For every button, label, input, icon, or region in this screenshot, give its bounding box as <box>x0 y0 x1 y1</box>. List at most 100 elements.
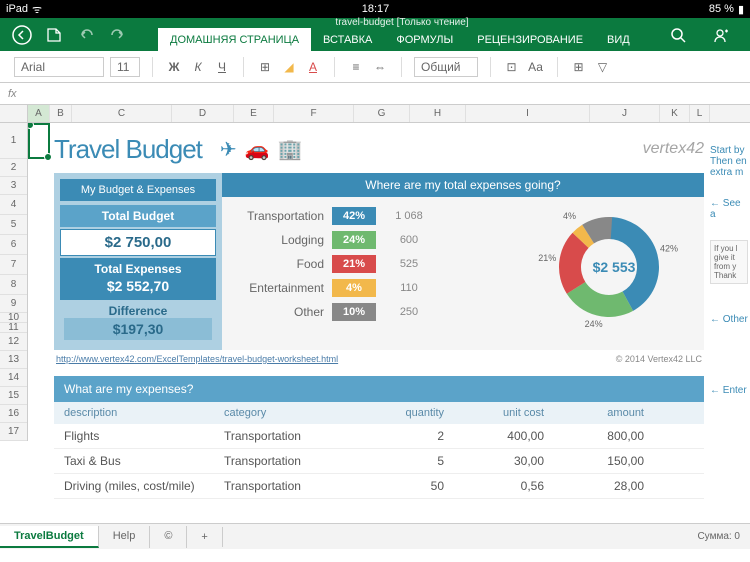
cell-selection[interactable] <box>28 123 50 159</box>
category-list: Transportation42%1 068 Lodging24%600 Food2… <box>232 207 534 327</box>
device-label: iPad <box>6 3 28 15</box>
col-header[interactable]: D <box>172 105 234 122</box>
bold-button[interactable]: Ж <box>165 60 183 74</box>
template-link[interactable]: http://www.vertex42.com/ExcelTemplates/t… <box>56 354 338 364</box>
breakdown-header: Where are my total expenses going? <box>222 173 704 197</box>
donut-chart: 42%24%21%4%10% $2 553 <box>534 207 694 327</box>
row-header[interactable]: 9 <box>0 295 27 313</box>
font-size-select[interactable]: 11 <box>110 57 140 77</box>
page-title: Travel Budget <box>54 134 202 165</box>
tab-2[interactable]: ФОРМУЛЫ <box>384 28 465 52</box>
row-header[interactable]: 7 <box>0 255 27 275</box>
donut-center-value: $2 553 <box>593 259 636 275</box>
category-row: Entertainment4%110 <box>232 279 534 297</box>
add-sheet-button[interactable]: + <box>187 527 222 547</box>
row-header[interactable]: 6 <box>0 235 27 255</box>
sheet-tabs: TravelBudgetHelp© + Сумма: 0 <box>0 523 750 549</box>
align-button[interactable]: ≡ <box>347 60 365 74</box>
category-row: Lodging24%600 <box>232 231 534 249</box>
formula-bar[interactable]: fx <box>0 83 750 105</box>
tab-1[interactable]: ВСТАВКА <box>311 28 384 52</box>
status-sum: Сумма: 0 <box>697 531 750 542</box>
svg-text:4%: 4% <box>563 211 576 221</box>
ribbon-tabs: ДОМАШНЯЯ СТРАНИЦАВСТАВКАФОРМУЛЫРЕЦЕНЗИРО… <box>158 28 666 52</box>
select-all-corner[interactable] <box>0 105 28 122</box>
sheet-tab[interactable]: © <box>150 526 187 548</box>
cell-styles-button[interactable]: ⊡ <box>503 60 521 74</box>
share-icon[interactable] <box>708 23 732 47</box>
col-header[interactable]: K <box>660 105 690 122</box>
total-expenses-value: $2 552,70 <box>64 276 212 296</box>
redo-icon[interactable] <box>106 23 130 47</box>
total-expenses-label: Total Expenses <box>64 262 212 276</box>
row-header[interactable]: 3 <box>0 177 27 195</box>
row-header[interactable]: 14 <box>0 369 27 387</box>
column-headers[interactable]: ABCDEFGHIJKL <box>0 105 750 123</box>
row-headers[interactable]: 1234567891011121314151617 <box>0 123 28 441</box>
row-header[interactable]: 12 <box>0 333 27 351</box>
col-header[interactable]: E <box>234 105 274 122</box>
row-header[interactable]: 16 <box>0 405 27 423</box>
col-header[interactable]: J <box>590 105 660 122</box>
sheet-tab[interactable]: Help <box>99 526 151 548</box>
total-budget-value[interactable]: $2 750,00 <box>60 229 216 256</box>
italic-button[interactable]: К <box>189 60 207 74</box>
svg-text:42%: 42% <box>660 244 678 254</box>
table-row[interactable]: Taxi & BusTransportation530,00150,00 <box>54 449 704 474</box>
border-button[interactable]: ⊞ <box>256 60 274 74</box>
wifi-icon: ᯤ <box>32 2 42 17</box>
row-header[interactable]: 15 <box>0 387 27 405</box>
car-icon: 🚗 <box>245 137 270 162</box>
category-row: Transportation42%1 068 <box>232 207 534 225</box>
col-header[interactable]: L <box>690 105 710 122</box>
col-header[interactable]: F <box>274 105 354 122</box>
back-icon[interactable] <box>10 23 34 47</box>
building-icon: 🏢 <box>278 137 303 162</box>
table-row[interactable]: FlightsTransportation2400,00800,00 <box>54 424 704 449</box>
difference-value: $197,30 <box>64 318 212 340</box>
row-header[interactable]: 13 <box>0 351 27 369</box>
col-header[interactable]: I <box>466 105 590 122</box>
budget-header: My Budget & Expenses <box>60 179 216 201</box>
ribbon-toolbar: Arial 11 Ж К Ч ⊞ ◢ А ≡ ⇔ Общий ⊡ Аа ⊞ ▽ <box>0 51 750 83</box>
tab-3[interactable]: РЕЦЕНЗИРОВАНИЕ <box>465 28 595 52</box>
row-header[interactable]: 1 <box>0 123 27 159</box>
row-header[interactable]: 5 <box>0 215 27 235</box>
tab-4[interactable]: ВИД <box>595 28 642 52</box>
search-icon[interactable] <box>666 23 690 47</box>
row-header[interactable]: 17 <box>0 423 27 441</box>
row-header[interactable]: 11 <box>0 323 27 333</box>
ios-status-bar: iPadᯤ 18:17 85 %▮ <box>0 0 750 18</box>
spreadsheet-grid[interactable]: ABCDEFGHIJKL 1234567891011121314151617 T… <box>0 105 750 523</box>
budget-panel: My Budget & Expenses Total Budget $2 750… <box>54 173 222 350</box>
number-format-select[interactable]: Общий <box>414 57 478 77</box>
row-header[interactable]: 4 <box>0 195 27 215</box>
plane-icon: ✈ <box>220 137 237 162</box>
difference-label: Difference <box>64 304 212 318</box>
font-name-select[interactable]: Arial <box>14 57 104 77</box>
fill-color-button[interactable]: ◢ <box>280 60 298 74</box>
row-header[interactable]: 8 <box>0 275 27 295</box>
col-header[interactable]: G <box>354 105 410 122</box>
insert-cells-button[interactable]: ⊞ <box>570 60 588 74</box>
col-header[interactable]: A <box>28 105 50 122</box>
category-row: Food21%525 <box>232 255 534 273</box>
category-row: Other10%250 <box>232 303 534 321</box>
merge-button[interactable]: ⇔ <box>371 60 389 74</box>
font-color-button[interactable]: А <box>304 60 322 74</box>
svg-text:21%: 21% <box>538 253 556 263</box>
tab-0[interactable]: ДОМАШНЯЯ СТРАНИЦА <box>158 28 311 52</box>
row-header[interactable]: 2 <box>0 159 27 177</box>
clock: 18:17 <box>362 3 390 15</box>
col-header[interactable]: B <box>50 105 72 122</box>
sort-filter-button[interactable]: ▽ <box>594 60 612 74</box>
underline-button[interactable]: Ч <box>213 60 231 74</box>
sheet-tab[interactable]: TravelBudget <box>0 526 99 548</box>
svg-text:24%: 24% <box>585 319 603 327</box>
file-icon[interactable] <box>42 23 66 47</box>
text-button[interactable]: Аа <box>527 60 545 74</box>
table-row[interactable]: Driving (miles, cost/mile)Transportation… <box>54 474 704 499</box>
col-header[interactable]: H <box>410 105 466 122</box>
undo-icon[interactable] <box>74 23 98 47</box>
col-header[interactable]: C <box>72 105 172 122</box>
